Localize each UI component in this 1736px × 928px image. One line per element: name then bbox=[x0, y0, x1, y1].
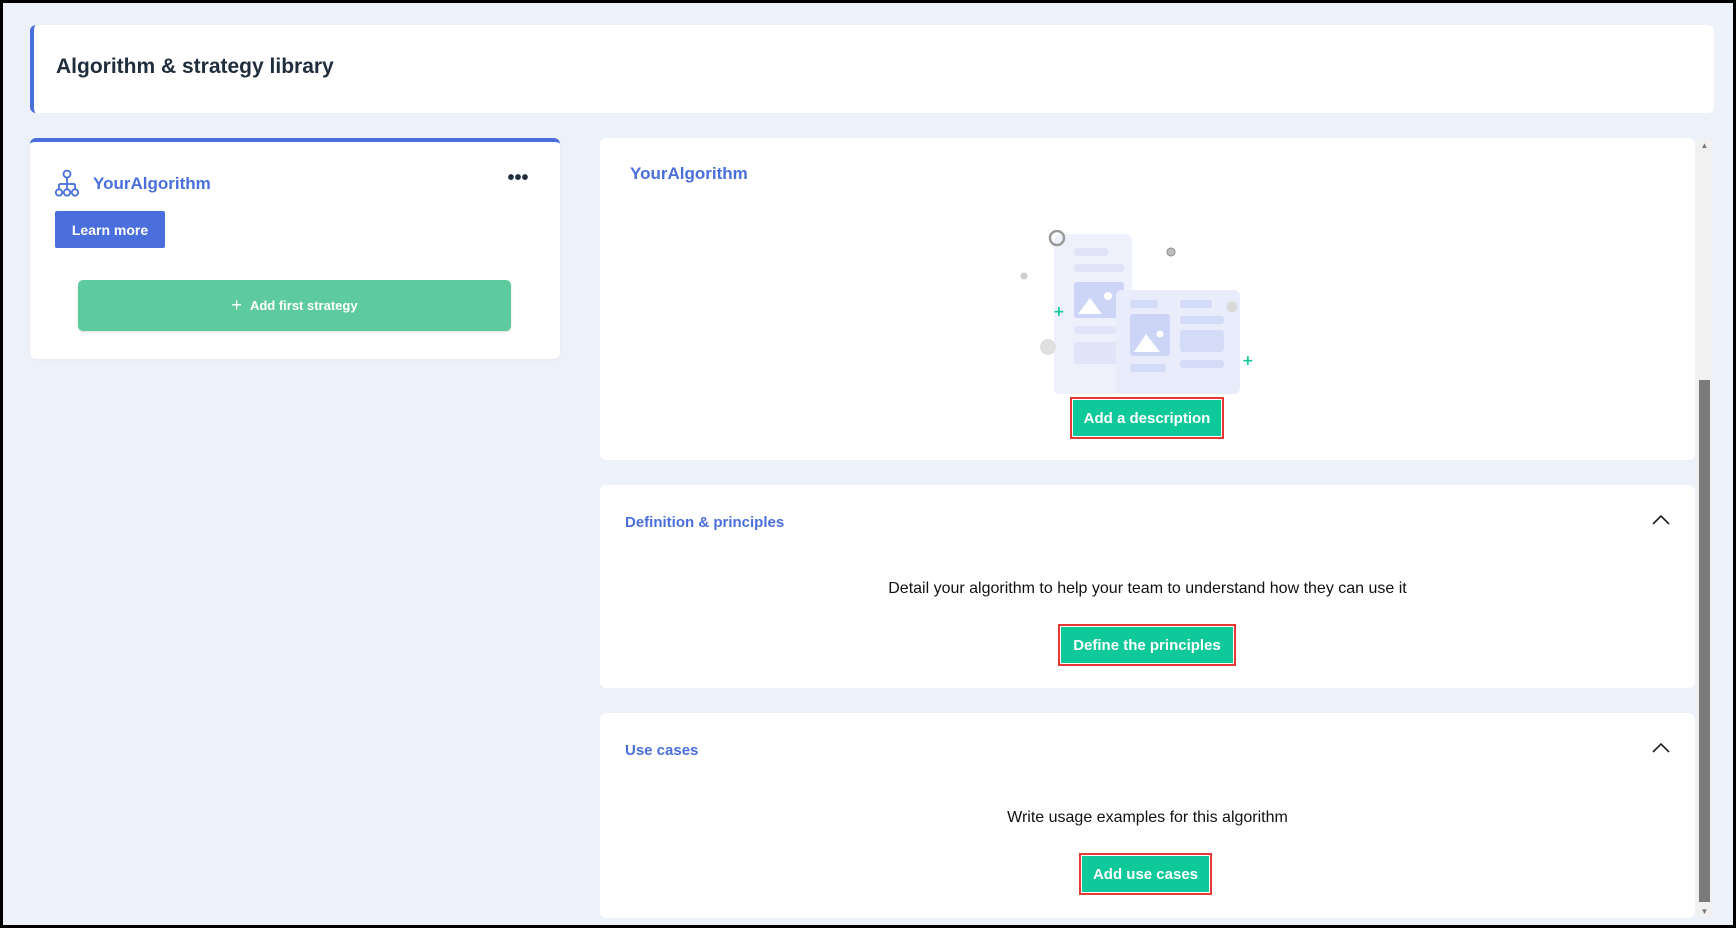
add-use-cases-button[interactable]: Add use cases bbox=[1079, 853, 1212, 895]
app-frame: Algorithm & strategy library YourAlgorit… bbox=[0, 0, 1736, 928]
add-first-strategy-button[interactable]: + Add first strategy bbox=[78, 280, 511, 331]
algorithm-card: YourAlgorithm ••• Learn more + Add first… bbox=[30, 138, 560, 359]
algorithm-name[interactable]: YourAlgorithm bbox=[93, 174, 211, 194]
chevron-up-icon[interactable] bbox=[1652, 513, 1670, 525]
hierarchy-icon bbox=[54, 169, 80, 197]
define-principles-button[interactable]: Define the principles bbox=[1058, 624, 1236, 666]
learn-more-button[interactable]: Learn more bbox=[55, 211, 165, 248]
vertical-scrollbar[interactable]: ▲ ▼ bbox=[1697, 138, 1712, 918]
use-cases-section-title[interactable]: Use cases bbox=[625, 742, 698, 759]
chevron-up-icon[interactable] bbox=[1652, 741, 1670, 753]
plus-icon: + bbox=[231, 295, 242, 315]
svg-text:+: + bbox=[1242, 353, 1254, 369]
scroll-down-arrow-icon[interactable]: ▼ bbox=[1697, 904, 1712, 918]
description-card-title: YourAlgorithm bbox=[630, 164, 748, 183]
description-card: YourAlgorithm + + Add a description bbox=[600, 138, 1695, 460]
more-options-icon[interactable]: ••• bbox=[507, 168, 529, 190]
scrollbar-thumb[interactable] bbox=[1699, 380, 1710, 902]
page-header: Algorithm & strategy library bbox=[30, 25, 1714, 113]
add-description-button[interactable]: Add a description bbox=[1070, 397, 1224, 439]
use-cases-card: Use cases Write usage examples for this … bbox=[600, 713, 1695, 918]
definition-section-title[interactable]: Definition & principles bbox=[625, 514, 784, 531]
svg-text:+: + bbox=[1053, 304, 1065, 320]
add-first-strategy-label: Add first strategy bbox=[249, 298, 358, 313]
definition-section-text: Detail your algorithm to help your team … bbox=[888, 580, 1407, 597]
page-title: Algorithm & strategy library bbox=[56, 55, 334, 78]
scroll-up-arrow-icon[interactable]: ▲ bbox=[1697, 138, 1712, 152]
definition-principles-card: Definition & principles Detail your algo… bbox=[600, 485, 1695, 688]
empty-documents-illustration: + + bbox=[1020, 230, 1254, 394]
use-cases-section-text: Write usage examples for this algorithm bbox=[1007, 809, 1288, 826]
